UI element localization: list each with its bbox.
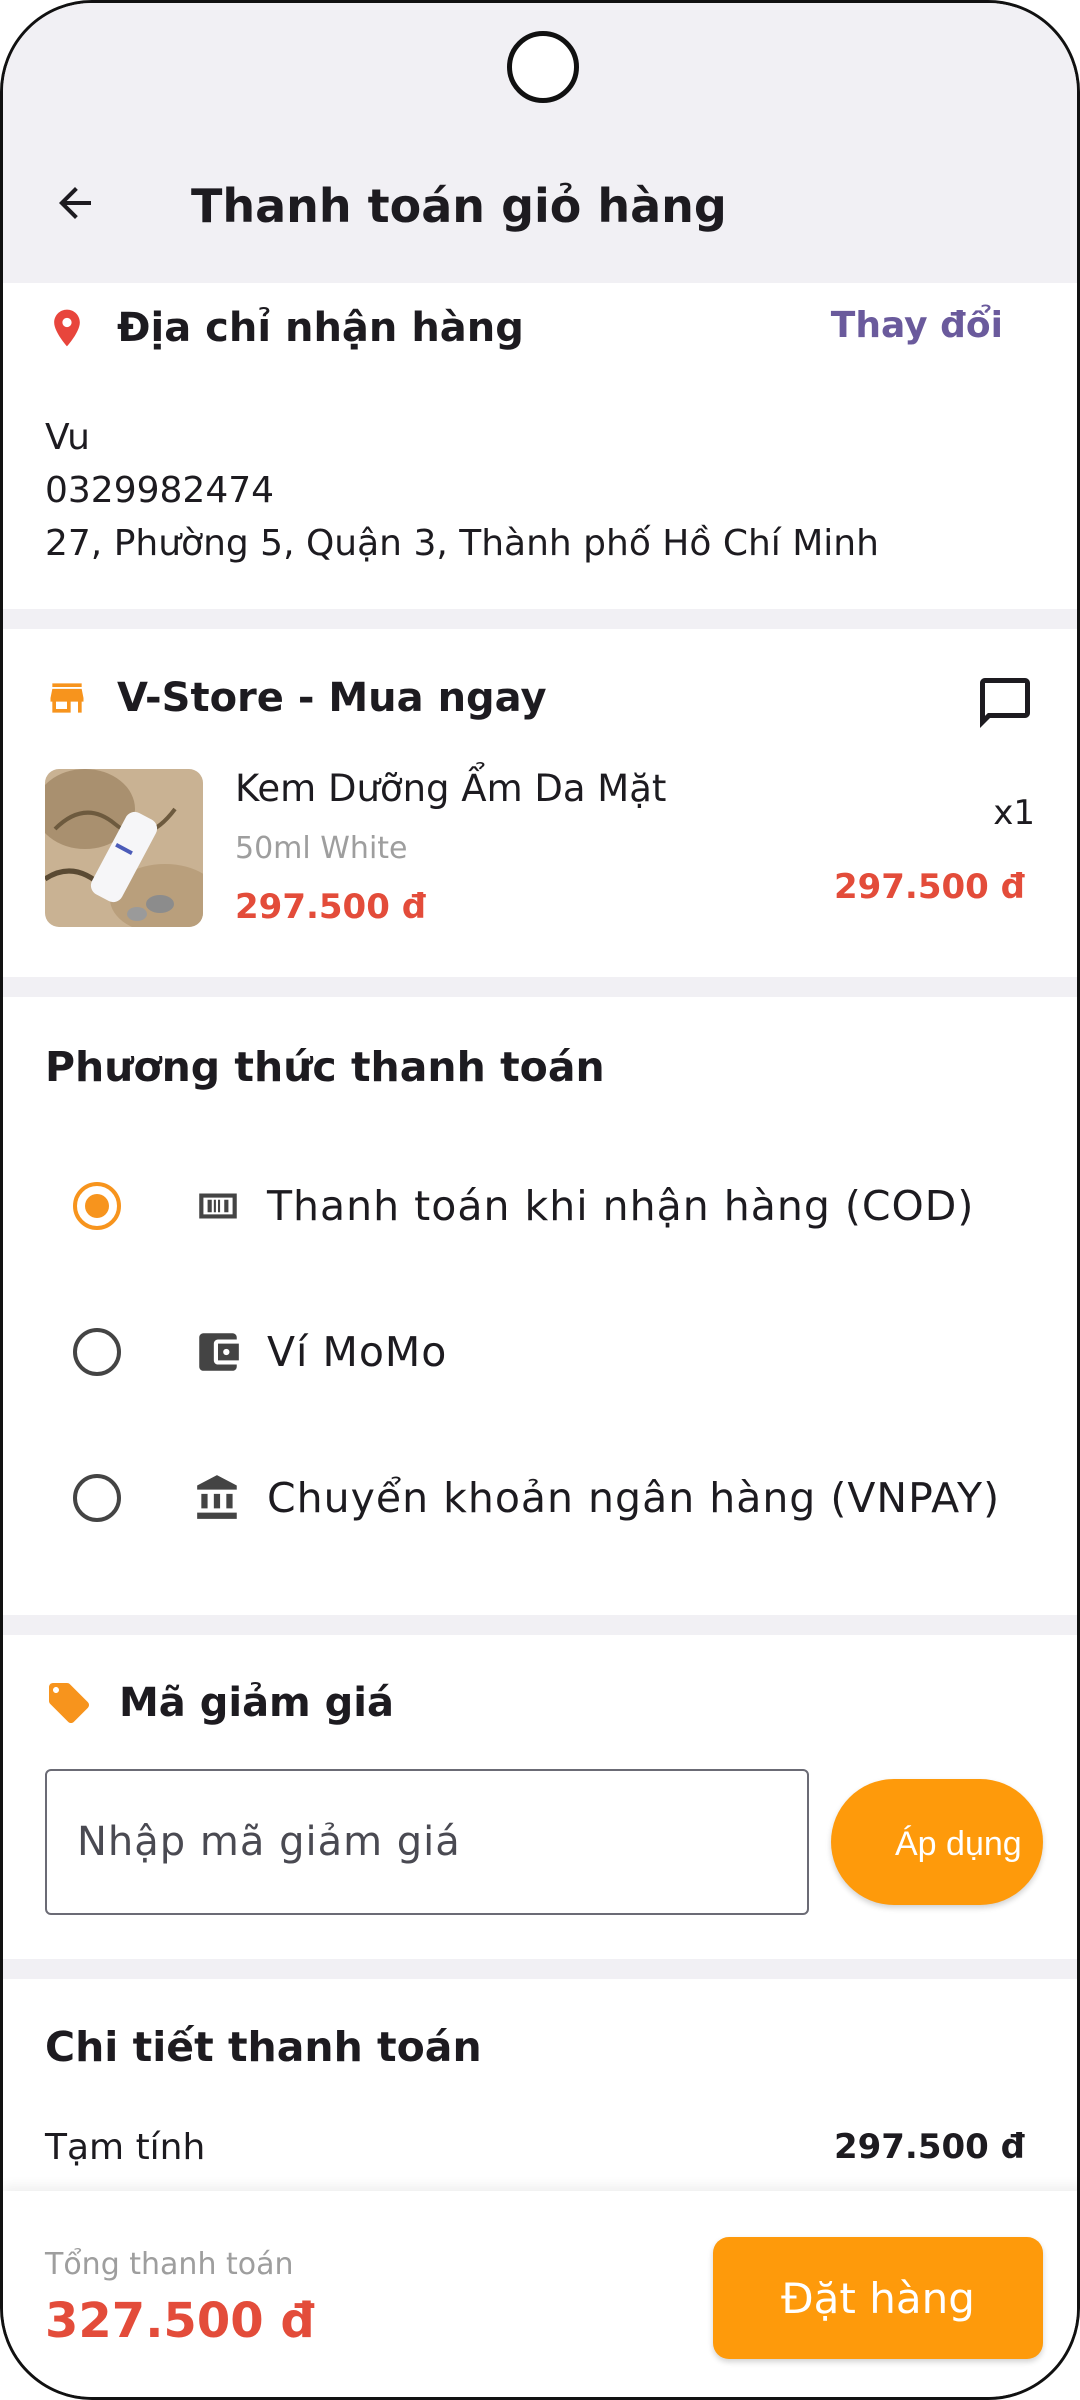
address-details: Vu 0329982474 27, Phường 5, Quận 3, Thàn… [45,411,879,570]
payment-heading: Phương thức thanh toán [45,1043,605,1091]
product-quantity: x1 [993,793,1035,833]
payment-option-label: Chuyển khoản ngân hàng (VNPAY) [267,1474,1001,1522]
section-divider [3,1615,1077,1635]
chat-bubble-icon [980,678,1030,728]
radio-selected[interactable] [73,1182,121,1230]
back-button[interactable] [45,173,105,233]
store-icon [50,683,84,713]
apply-coupon-button[interactable]: Áp dụng [831,1779,1043,1905]
recipient-phone: 0329982474 [45,470,275,511]
page-title: Thanh toán giỏ hàng [191,179,727,233]
payment-option-momo[interactable]: Ví MoMo [3,1297,1077,1407]
coupon-input[interactable] [45,1769,809,1915]
product-image [45,769,203,927]
coupon-heading: Mã giảm giá [45,1679,394,1727]
payment-option-vnpay[interactable]: Chuyển khoản ngân hàng (VNPAY) [3,1443,1077,1553]
store-heading: V-Store - Mua ngay [45,675,547,721]
product-name: Kem Dưỡng Ẩm Da Mặt [235,767,667,810]
phone-screen: Thanh toán giỏ hàng Địa chỉ nhận hàng Th… [0,0,1080,2400]
product-line-total: 297.500 đ [833,867,1025,907]
camera-cutout [507,31,579,103]
total-label: Tổng thanh toán [45,2247,294,2282]
address-heading: Địa chỉ nhận hàng [45,303,524,353]
location-pin-icon [54,309,80,347]
checkout-bar: Tổng thanh toán 327.500 đ Đặt hàng [3,2191,1077,2397]
total-value: 327.500 đ [45,2293,315,2349]
cash-icon [199,1193,237,1219]
bank-icon [197,1475,237,1519]
payment-details-heading: Chi tiết thanh toán [45,2023,482,2071]
coupon-heading-label: Mã giảm giá [119,1680,394,1726]
app-bar: Thanh toán giỏ hàng [3,3,1077,283]
section-divider [3,1959,1077,1979]
product-variant: 50ml White [235,831,408,866]
recipient-address: 27, Phường 5, Quận 3, Thành phố Hồ Chí M… [45,523,879,564]
payment-option-cod[interactable]: Thanh toán khi nhận hàng (COD) [3,1151,1077,1261]
store-name: V-Store - Mua ngay [117,675,547,721]
arrow-left-icon [59,187,91,219]
change-address-link[interactable]: Thay đổi [831,305,1003,346]
radio-unselected[interactable] [73,1328,121,1376]
section-divider [3,977,1077,997]
address-heading-label: Địa chỉ nhận hàng [117,305,524,351]
section-divider [3,609,1077,629]
wallet-icon [199,1333,239,1371]
payment-option-label: Ví MoMo [267,1328,448,1376]
subtotal-value: 297.500 đ [833,2127,1025,2167]
subtotal-label: Tạm tính [45,2127,206,2168]
recipient-name: Vu [45,417,90,458]
chat-button[interactable] [975,673,1035,733]
tag-icon [49,1683,89,1723]
place-order-button[interactable]: Đặt hàng [713,2237,1043,2359]
radio-unselected[interactable] [73,1474,121,1522]
payment-option-label: Thanh toán khi nhận hàng (COD) [267,1182,975,1230]
product-price: 297.500 đ [235,887,427,927]
